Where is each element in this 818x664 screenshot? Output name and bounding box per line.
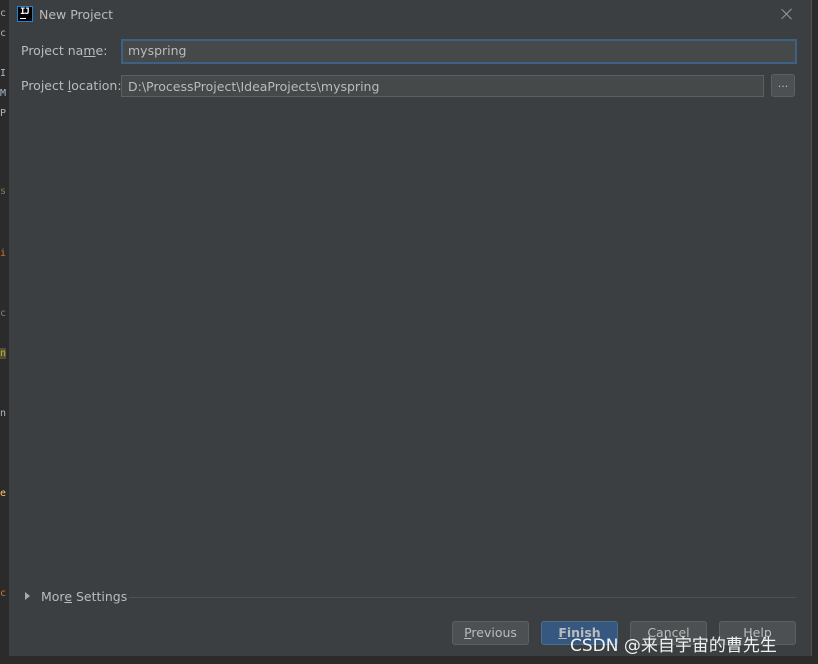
app-icon-underbar — [20, 18, 26, 19]
bg-fragment: M — [0, 88, 7, 99]
label-text: e: — [95, 43, 108, 58]
bg-fragment: e — [0, 488, 7, 499]
bg-fragment: c — [0, 8, 7, 19]
bg-fragment: I — [0, 68, 7, 79]
more-settings-label: More Settings — [41, 589, 127, 604]
button-text: revious — [471, 625, 517, 640]
browse-button[interactable]: ... — [771, 74, 795, 97]
bg-fragment: n — [0, 348, 7, 359]
label-text: Project na — [21, 43, 84, 58]
label-text: Settings — [72, 589, 128, 604]
project-name-label: Project name: — [21, 43, 107, 58]
project-name-input[interactable]: myspring — [121, 39, 797, 64]
bg-fragment: n — [0, 408, 7, 419]
close-icon[interactable] — [779, 6, 795, 22]
project-location-input[interactable]: D:\ProcessProject\IdeaProjects\myspring — [121, 75, 764, 97]
bg-fragment: s — [0, 186, 7, 197]
bg-fragment: c — [0, 588, 7, 599]
bg-fragment: c — [0, 308, 7, 319]
bg-fragment: i — [0, 248, 7, 259]
project-location-label: Project location: — [21, 78, 122, 93]
dialog-titlebar[interactable]: IJ New Project — [9, 0, 811, 30]
csdn-watermark: CSDN @来自宇宙的曹先生 — [570, 636, 777, 656]
bg-fragment: c — [0, 28, 7, 39]
intellij-idea-icon: IJ — [17, 6, 33, 22]
label-text: Mor — [41, 589, 65, 604]
mnemonic: F — [558, 625, 567, 640]
more-settings-separator — [129, 597, 796, 598]
new-project-dialog: IJ New Project Project name: myspring Pr… — [8, 0, 812, 656]
mnemonic: m — [83, 43, 96, 58]
expand-triangle-icon — [25, 592, 30, 600]
mnemonic: e — [64, 589, 73, 604]
bg-fragment: P — [0, 108, 7, 119]
label-text: ocation: — [71, 78, 122, 93]
app-icon-text: IJ — [20, 7, 30, 17]
previous-button[interactable]: Previous — [452, 621, 529, 645]
dialog-title: New Project — [39, 7, 114, 22]
label-text: Project — [21, 78, 68, 93]
